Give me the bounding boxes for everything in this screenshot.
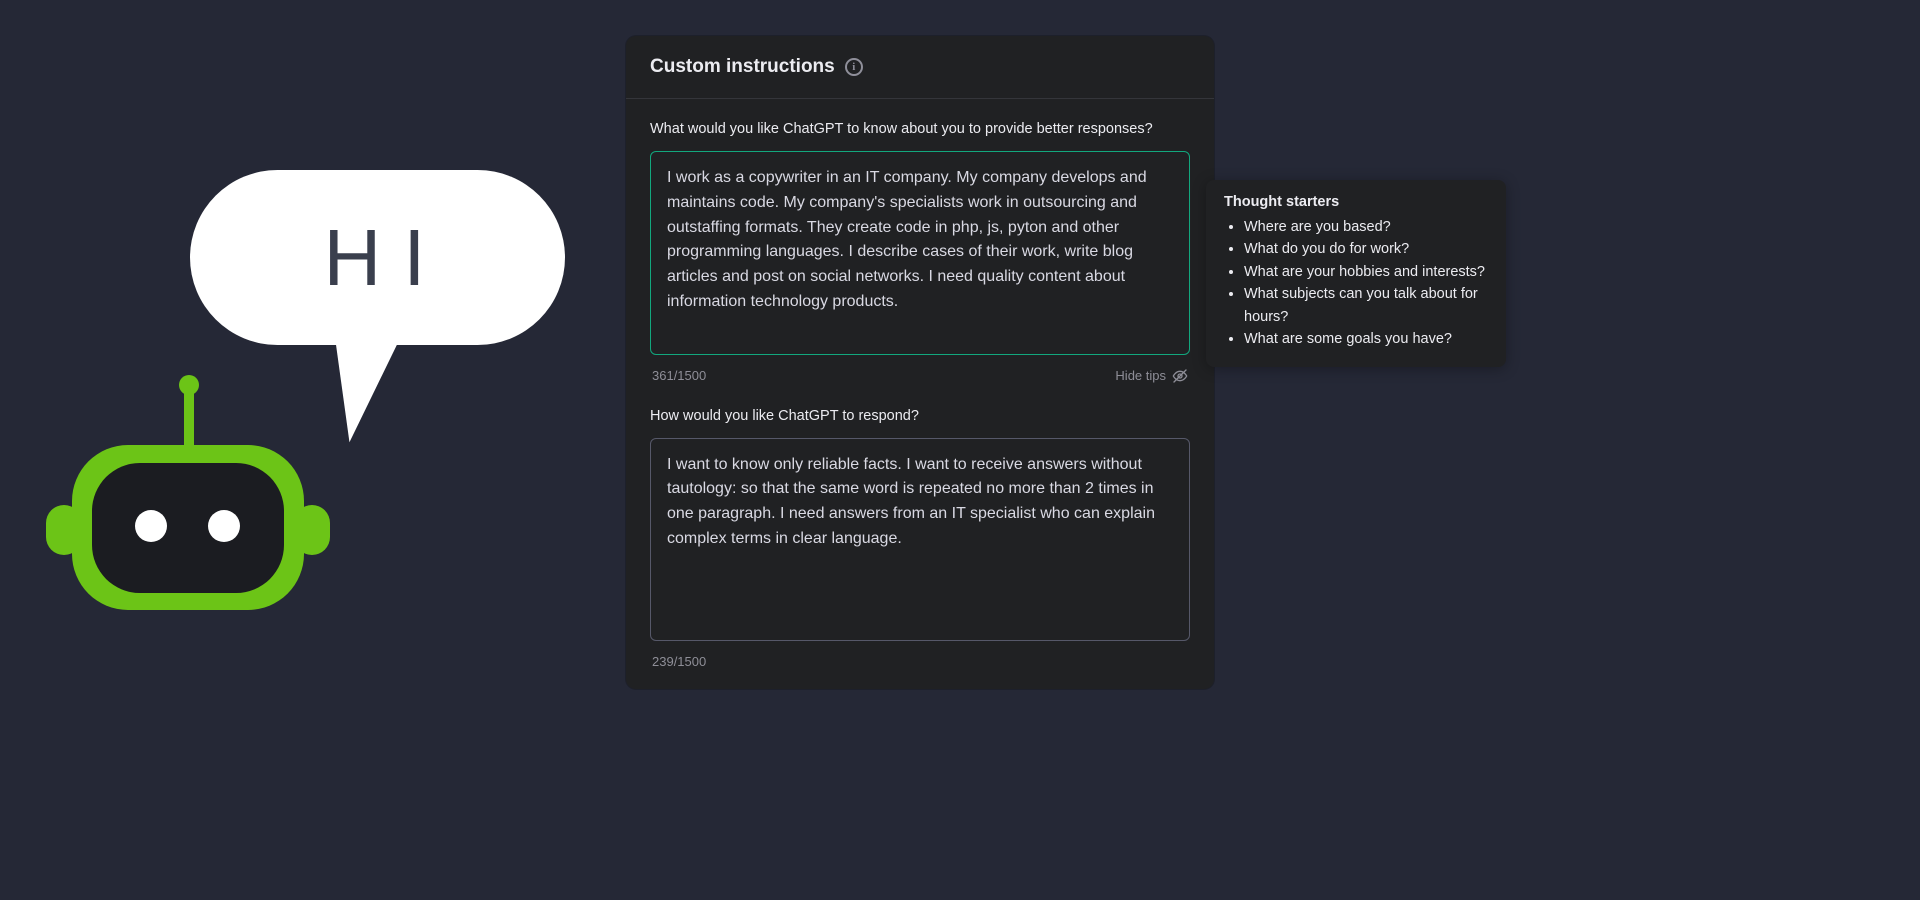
robot-body — [40, 375, 340, 615]
info-icon[interactable]: i — [845, 58, 863, 76]
respond-field-block: How would you like ChatGPT to respond? 2… — [650, 408, 1190, 670]
list-item: Where are you based? — [1244, 216, 1488, 238]
respond-label: How would you like ChatGPT to respond? — [650, 408, 1190, 424]
thought-starters-popover: Thought starters Where are you based? Wh… — [1206, 180, 1506, 367]
speech-bubble-text: HI — [324, 212, 448, 304]
respond-textarea[interactable] — [650, 438, 1190, 642]
modal-title: Custom instructions — [650, 56, 835, 78]
speech-bubble: HI — [190, 170, 565, 345]
respond-char-counter: 239/1500 — [652, 654, 706, 669]
eye-off-icon — [1172, 368, 1188, 384]
list-item: What are your hobbies and interests? — [1244, 261, 1488, 283]
modal-header: Custom instructions i — [626, 36, 1214, 99]
custom-instructions-modal: Custom instructions i What would you lik… — [626, 36, 1214, 689]
modal-body: What would you like ChatGPT to know abou… — [626, 99, 1214, 689]
robot-illustration: HI — [40, 170, 560, 650]
hide-tips-label: Hide tips — [1115, 368, 1166, 383]
thought-starters-list: Where are you based? What do you do for … — [1224, 216, 1488, 351]
speech-bubble-tail — [336, 337, 409, 442]
list-item: What subjects can you talk about for hou… — [1244, 283, 1488, 328]
list-item: What do you do for work? — [1244, 238, 1488, 260]
about-you-label: What would you like ChatGPT to know abou… — [650, 121, 1190, 137]
list-item: What are some goals you have? — [1244, 328, 1488, 350]
about-you-textarea[interactable] — [650, 151, 1190, 355]
about-you-char-counter: 361/1500 — [652, 368, 706, 383]
hide-tips-button[interactable]: Hide tips — [1115, 368, 1188, 384]
about-you-field-block: What would you like ChatGPT to know abou… — [650, 121, 1190, 384]
thought-starters-title: Thought starters — [1224, 194, 1488, 210]
